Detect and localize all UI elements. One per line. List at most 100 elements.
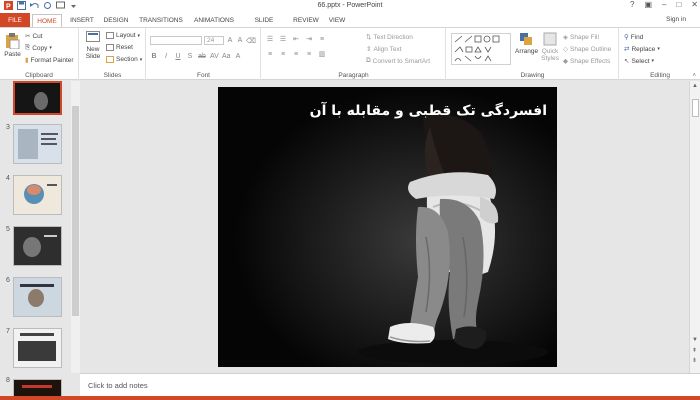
- minimize-icon[interactable]: –: [662, 0, 666, 9]
- paste-label: Paste: [4, 51, 21, 58]
- line-spacing-icon[interactable]: ≡: [318, 36, 326, 43]
- scroll-up-icon[interactable]: ▲: [692, 83, 698, 89]
- underline-icon[interactable]: U: [174, 53, 182, 60]
- shapes-gallery[interactable]: [451, 33, 511, 65]
- shape-effects-button[interactable]: ◆ Shape Effects: [563, 57, 611, 66]
- slides-group-label: Slides: [103, 72, 122, 79]
- section-icon: [106, 56, 114, 63]
- font-size-box[interactable]: 24: [204, 36, 224, 45]
- clipboard-group: Paste ✂ Cut ⎘ Copy ▾ ▮ Format Painter Cl…: [0, 28, 79, 80]
- slide-number: 7: [6, 328, 10, 335]
- strikethrough-icon[interactable]: ab: [198, 53, 206, 60]
- clear-formatting-icon[interactable]: ⌫: [246, 37, 256, 45]
- text-direction-button[interactable]: ⇅ Text Direction: [366, 33, 413, 42]
- align-right-icon[interactable]: ≡: [292, 51, 300, 58]
- decrease-indent-icon[interactable]: ⇤: [292, 35, 300, 43]
- select-button[interactable]: ↖ Select ▾: [624, 57, 654, 66]
- align-text-button[interactable]: ⇕ Align Text: [366, 45, 402, 54]
- tab-file[interactable]: FILE: [0, 13, 30, 28]
- layout-button[interactable]: Layout ▾: [106, 32, 140, 39]
- scroll-down-icon[interactable]: ▼: [692, 337, 698, 343]
- scrollbar-thumb[interactable]: [72, 106, 79, 316]
- slide-number: 3: [6, 124, 10, 131]
- arrange-button[interactable]: Arrange: [515, 32, 538, 55]
- align-controls-row: ≡ ≡ ≡ ≡ ▥: [266, 50, 326, 59]
- cut-button[interactable]: ✂ Cut: [25, 32, 43, 41]
- slide-title-text[interactable]: افسردگی تک قطبی و مقابله با آن: [227, 103, 547, 119]
- current-slide[interactable]: افسردگی تک قطبی و مقابله با آن: [218, 87, 557, 367]
- slide-number: 5: [6, 226, 10, 233]
- window-controls: ? ▣ – □ ✕: [630, 0, 698, 9]
- reset-button[interactable]: Reset: [106, 44, 133, 51]
- tab-review[interactable]: REVIEW: [292, 14, 320, 28]
- font-name-box[interactable]: [150, 36, 202, 45]
- character-spacing-icon[interactable]: AV: [210, 53, 219, 60]
- tab-view[interactable]: VIEW: [326, 14, 348, 28]
- increase-indent-icon[interactable]: ⇥: [305, 35, 313, 43]
- increase-font-icon[interactable]: A: [226, 37, 234, 44]
- change-case-icon[interactable]: Aa: [222, 53, 231, 60]
- find-button[interactable]: ⚲ Find: [624, 33, 643, 42]
- restore-icon[interactable]: □: [676, 0, 681, 9]
- shape-fill-button[interactable]: ◈ Shape Fill: [563, 33, 599, 42]
- slide-thumbnail-6[interactable]: [13, 277, 62, 317]
- clipboard-group-label: Clipboard: [25, 72, 53, 79]
- help-icon[interactable]: ?: [630, 0, 634, 9]
- slide-thumbnail-3[interactable]: [13, 124, 62, 164]
- chevron-down-icon: ▾: [657, 46, 660, 52]
- cut-label: Cut: [32, 32, 43, 40]
- tab-transitions[interactable]: TRANSITIONS: [138, 14, 184, 28]
- slide-thumbnail-5[interactable]: [13, 226, 62, 266]
- tab-animations[interactable]: ANIMATIONS: [191, 14, 237, 28]
- collapse-ribbon-icon[interactable]: ˄: [692, 73, 696, 79]
- next-slide-icon[interactable]: ⇟: [692, 357, 697, 364]
- convert-smartart-button[interactable]: ⧉ Convert to SmartArt: [366, 57, 430, 65]
- sign-in-link[interactable]: Sign in: [666, 16, 686, 23]
- thumbnail-image: [14, 176, 61, 214]
- close-icon[interactable]: ✕: [691, 0, 698, 9]
- columns-icon[interactable]: ▥: [318, 50, 326, 58]
- shape-effects-label: Shape Effects: [570, 57, 611, 65]
- decrease-font-icon[interactable]: A: [236, 37, 244, 44]
- thumbnails-scrollbar[interactable]: [71, 81, 80, 373]
- bold-icon[interactable]: B: [150, 53, 158, 60]
- slide-photo-depressed-girl[interactable]: [218, 87, 557, 367]
- format-painter-button[interactable]: ▮ Format Painter: [25, 56, 74, 65]
- quick-styles-button[interactable]: Quick Styles: [539, 32, 561, 62]
- italic-icon[interactable]: I: [162, 53, 170, 60]
- copy-label: Copy: [32, 44, 48, 52]
- slide-thumbnail-2[interactable]: [13, 81, 62, 115]
- notes-placeholder[interactable]: Click to add notes: [88, 381, 148, 390]
- quick-styles-label-2: Styles: [541, 55, 559, 62]
- scrollbar-thumb[interactable]: [692, 99, 699, 117]
- bullets-icon[interactable]: ☰: [266, 35, 274, 43]
- shape-outline-button[interactable]: ◇ Shape Outline: [563, 45, 611, 54]
- layout-icon: [106, 32, 114, 39]
- slide-scrollbar[interactable]: ▲ ▼ ⇞ ⇟: [689, 81, 700, 373]
- tab-design[interactable]: DESIGN: [102, 14, 130, 28]
- numbering-icon[interactable]: ☰: [279, 35, 287, 43]
- ribbon-display-icon[interactable]: ▣: [644, 0, 652, 9]
- new-slide-button[interactable]: New Slide: [83, 31, 103, 60]
- slide-number: 6: [6, 277, 10, 284]
- tab-insert[interactable]: INSERT: [68, 14, 96, 28]
- list-controls-row: ☰ ☰ ⇤ ⇥ ≡: [266, 35, 326, 44]
- tab-slide-show[interactable]: SLIDE SHOW: [244, 14, 284, 38]
- copy-button[interactable]: ⎘ Copy ▾: [25, 44, 52, 52]
- find-icon: ⚲: [624, 34, 629, 41]
- slide-thumbnail-7[interactable]: [13, 328, 62, 368]
- justify-icon[interactable]: ≡: [305, 51, 313, 58]
- shadow-icon[interactable]: S: [186, 53, 194, 60]
- section-button[interactable]: Section ▾: [106, 56, 142, 63]
- align-center-icon[interactable]: ≡: [279, 51, 287, 58]
- previous-slide-icon[interactable]: ⇞: [692, 347, 697, 354]
- replace-button[interactable]: ⇄ Replace ▾: [624, 45, 660, 54]
- slide-thumbnail-4[interactable]: [13, 175, 62, 215]
- align-left-icon[interactable]: ≡: [266, 51, 274, 58]
- thumbnail-image: [14, 278, 61, 316]
- editing-group: ⚲ Find ⇄ Replace ▾ ↖ Select ▾ Editing ˄: [620, 28, 700, 80]
- paste-button[interactable]: Paste: [4, 32, 21, 58]
- font-color-icon[interactable]: A: [234, 53, 242, 60]
- tab-home[interactable]: HOME: [32, 14, 62, 28]
- font-group-label: Font: [196, 72, 210, 79]
